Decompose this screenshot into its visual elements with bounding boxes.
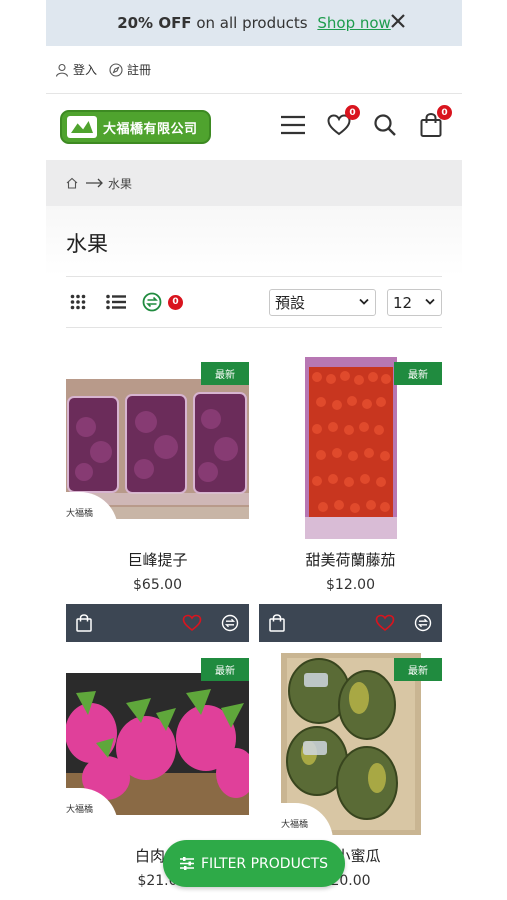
product-actions xyxy=(259,604,442,642)
logo-text: 大福橋有限公司 xyxy=(103,121,198,137)
sort-select-value: 預設 xyxy=(275,294,306,312)
compare-button[interactable]: 0 xyxy=(142,292,183,312)
logo-mark xyxy=(67,116,97,138)
user-icon xyxy=(55,63,69,77)
wishlist-button[interactable]: 0 xyxy=(326,105,360,138)
chevron-down-icon xyxy=(425,298,435,305)
site-logo[interactable]: 大福橋有限公司 xyxy=(60,110,211,144)
chevron-down-icon xyxy=(359,298,369,305)
search-button[interactable] xyxy=(372,112,398,138)
new-badge: 最新 xyxy=(394,362,442,385)
product-price: $65.00 xyxy=(133,577,182,593)
promo-bar: 20% OFF on all products Shop now xyxy=(46,0,462,46)
menu-icon xyxy=(281,115,305,135)
wishlist-count-badge: 0 xyxy=(345,105,360,120)
header-icons: 0 0 xyxy=(260,105,452,138)
promo-text: on all products xyxy=(191,14,313,32)
register-label: 註冊 xyxy=(127,63,152,77)
compare-count-badge: 0 xyxy=(168,294,183,310)
register-link[interactable]: 註冊 xyxy=(109,61,151,78)
per-page-select[interactable]: 12 xyxy=(387,289,442,316)
compare-icon[interactable] xyxy=(414,614,432,632)
sort-select[interactable]: 預設 xyxy=(269,289,376,316)
compare-icon xyxy=(142,292,162,312)
filter-sliders-icon xyxy=(179,857,194,870)
list-view-button[interactable] xyxy=(106,294,126,310)
page-title-area: 水果 xyxy=(46,206,462,276)
per-page-select-value: 12 xyxy=(393,293,413,312)
cart-count-badge: 0 xyxy=(437,105,452,120)
product-actions xyxy=(66,604,249,642)
breadcrumb: 水果 xyxy=(46,160,462,206)
new-badge: 最新 xyxy=(394,658,442,681)
account-links: 登入 註冊 xyxy=(46,46,462,94)
filter-products-button[interactable]: FILTER PRODUCTS xyxy=(163,840,345,887)
product-name[interactable]: 巨峰提子 xyxy=(66,549,249,570)
grid-view-button[interactable] xyxy=(70,294,86,310)
filter-products-label: FILTER PRODUCTS xyxy=(200,855,329,872)
page-title: 水果 xyxy=(66,232,108,256)
wishlist-heart-icon[interactable] xyxy=(182,614,202,632)
compare-icon[interactable] xyxy=(221,614,239,632)
shop-now-link[interactable]: Shop now xyxy=(317,14,390,32)
add-to-cart-icon[interactable] xyxy=(76,614,92,632)
product-name[interactable]: 甜美荷蘭藤茄 xyxy=(259,549,442,570)
site-header: 大福橋有限公司 0 0 xyxy=(46,94,462,160)
search-icon xyxy=(374,114,396,136)
login-label: 登入 xyxy=(73,63,98,77)
login-link[interactable]: 登入 xyxy=(55,61,97,78)
shop-toolbar: 0 預設 12 xyxy=(66,276,442,328)
product-price: $12.00 xyxy=(326,577,375,593)
add-to-cart-icon[interactable] xyxy=(269,614,285,632)
cart-button[interactable]: 0 xyxy=(418,105,452,138)
close-icon[interactable] xyxy=(389,12,407,30)
home-icon[interactable] xyxy=(66,177,78,189)
promo-discount: 20% OFF xyxy=(117,14,192,32)
menu-button[interactable] xyxy=(280,112,306,138)
new-badge: 最新 xyxy=(201,362,249,385)
page: 20% OFF on all products Shop now 登入 註冊 大… xyxy=(46,0,462,900)
breadcrumb-current: 水果 xyxy=(108,176,133,191)
new-badge: 最新 xyxy=(201,658,249,681)
arrow-right-icon xyxy=(86,178,103,188)
wishlist-heart-icon[interactable] xyxy=(375,614,395,632)
list-view-icon xyxy=(106,294,126,310)
grid-view-icon xyxy=(70,294,86,310)
compass-icon xyxy=(109,62,123,77)
